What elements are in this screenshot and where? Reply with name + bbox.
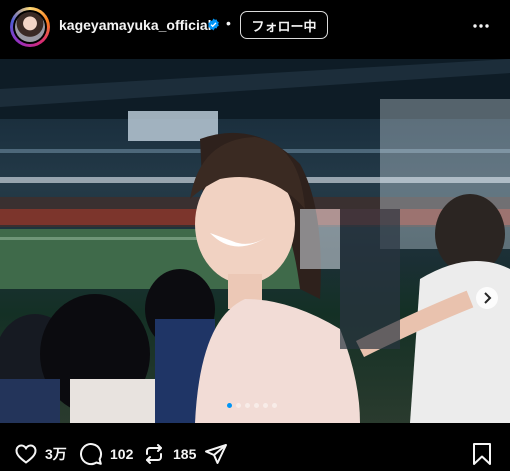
post-header: kageyamayuka_official • フォロー中: [0, 0, 510, 56]
repost-icon[interactable]: [142, 442, 166, 466]
username-link[interactable]: kageyamayuka_official: [59, 17, 212, 33]
more-options-icon[interactable]: [472, 17, 490, 35]
separator-dot: •: [226, 15, 231, 31]
share-icon[interactable]: [204, 442, 228, 466]
repost-action[interactable]: 185: [142, 442, 196, 466]
stadium-photo-illustration: [0, 59, 510, 423]
next-chevron-icon[interactable]: [476, 287, 498, 309]
carousel-dot: [254, 403, 259, 408]
avatar-image: [15, 12, 45, 42]
like-count[interactable]: 3万: [45, 444, 67, 464]
action-bar: [0, 430, 510, 471]
carousel-dot: [236, 403, 241, 408]
comment-icon[interactable]: [79, 442, 103, 466]
carousel-dot: [272, 403, 277, 408]
share-action[interactable]: [204, 442, 228, 466]
carousel-dot-active: [227, 403, 232, 408]
bookmark-icon[interactable]: [471, 442, 493, 466]
post-photo[interactable]: [0, 59, 510, 423]
bookmark-action[interactable]: [471, 442, 493, 466]
avatar[interactable]: [10, 7, 50, 47]
heart-icon[interactable]: [14, 442, 38, 466]
comment-action[interactable]: 102: [79, 442, 133, 466]
verified-badge-icon: [207, 18, 220, 31]
carousel-dot: [245, 403, 250, 408]
carousel-dot: [263, 403, 268, 408]
repost-count[interactable]: 185: [173, 446, 196, 462]
following-button[interactable]: フォロー中: [240, 11, 328, 39]
comment-count[interactable]: 102: [110, 446, 133, 462]
carousel-indicator: [227, 403, 277, 409]
like-action[interactable]: 3万: [14, 442, 67, 466]
